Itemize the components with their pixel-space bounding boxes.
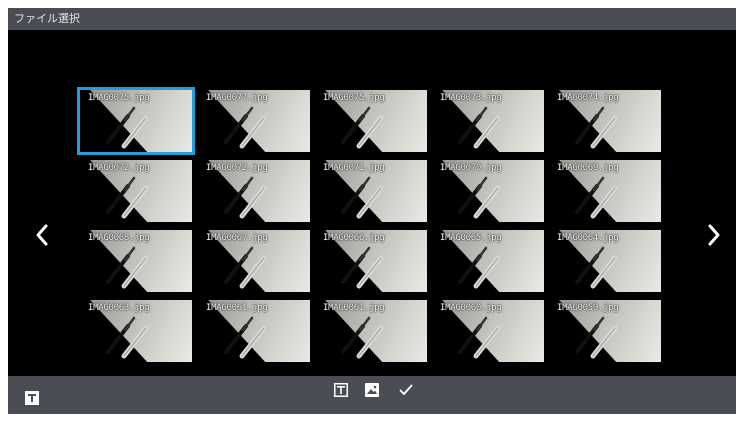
next-page-button[interactable]	[702, 220, 726, 250]
text-mode-icon	[25, 391, 39, 405]
file-name: IMAG0064.jpg	[557, 233, 619, 243]
tools-photo-icon	[341, 106, 384, 149]
file-name: IMAG0070.jpg	[440, 163, 502, 173]
file-name: IMAG0077.jpg	[206, 93, 268, 103]
title-bar: ファイル選択	[8, 8, 736, 30]
file-thumbnail[interactable]: IMAG0072.jpg	[198, 160, 310, 222]
file-name: IMAG0067.jpg	[206, 233, 268, 243]
bottom-toolbar	[8, 376, 736, 414]
file-thumbnail[interactable]: IMAG0063.jpg	[80, 300, 192, 362]
file-name: IMAG0075.jpg	[323, 93, 385, 103]
file-thumbnail[interactable]: IMAG0070.jpg	[432, 160, 544, 222]
tools-photo-icon	[341, 316, 384, 359]
confirm-button[interactable]	[399, 383, 413, 397]
file-thumbnail[interactable]: IMAG0064.jpg	[549, 230, 661, 292]
tools-photo-icon	[575, 106, 618, 149]
file-thumbnail[interactable]: IMAG0075.jpg	[77, 87, 195, 155]
file-thumbnail[interactable]: IMAG0059.jpg	[549, 300, 661, 362]
text-overlay-button[interactable]	[334, 383, 348, 397]
chevron-left-icon	[36, 224, 48, 246]
file-thumbnail[interactable]: IMAG0071.jpg	[315, 160, 427, 222]
tools-photo-icon	[458, 246, 501, 289]
file-name: IMAG0068.jpg	[88, 233, 150, 243]
tools-photo-icon	[458, 316, 501, 359]
tools-photo-icon	[106, 246, 149, 289]
file-name: IMAG0060.jpg	[440, 303, 502, 313]
file-thumbnail[interactable]: IMAG0061.jpg	[315, 300, 427, 362]
file-thumbnail[interactable]: IMAG0066.jpg	[315, 230, 427, 292]
checkmark-icon	[399, 384, 413, 395]
tools-photo-icon	[106, 106, 149, 149]
image-icon	[365, 383, 379, 397]
file-thumbnail[interactable]: IMAG0074.jpg	[549, 90, 661, 152]
file-thumbnail[interactable]: IMAG0072.jpg	[80, 160, 192, 222]
file-thumbnail[interactable]: IMAG0077.jpg	[198, 90, 310, 152]
file-name: IMAG0072.jpg	[206, 163, 268, 173]
tools-photo-icon	[106, 176, 149, 219]
tools-photo-icon	[575, 316, 618, 359]
file-thumbnail[interactable]: IMAG0075.jpg	[315, 90, 427, 152]
tools-photo-icon	[575, 246, 618, 289]
file-name: IMAG0061.jpg	[206, 303, 268, 313]
file-thumbnail[interactable]: IMAG0073.jpg	[432, 90, 544, 152]
tools-photo-icon	[458, 176, 501, 219]
file-thumbnail[interactable]: IMAG0067.jpg	[198, 230, 310, 292]
tools-photo-icon	[224, 316, 267, 359]
file-name: IMAG0061.jpg	[323, 303, 385, 313]
file-name: IMAG0065.jpg	[440, 233, 502, 243]
tools-photo-icon	[341, 246, 384, 289]
file-name: IMAG0066.jpg	[323, 233, 385, 243]
file-thumbnail[interactable]: IMAG0060.jpg	[432, 300, 544, 362]
prev-page-button[interactable]	[30, 220, 54, 250]
file-name: IMAG0074.jpg	[557, 93, 619, 103]
file-name: IMAG0075.jpg	[88, 93, 150, 103]
text-overlay-icon	[334, 383, 348, 397]
tools-photo-icon	[224, 176, 267, 219]
file-thumbnail[interactable]: IMAG0068.jpg	[80, 230, 192, 292]
file-select-screen: ファイル選択 IMAG0075.jpg IMAG0077.jpg IMAG0075.…	[8, 8, 736, 414]
tools-photo-icon	[575, 176, 618, 219]
chevron-right-icon	[708, 224, 720, 246]
file-browser: IMAG0075.jpg IMAG0077.jpg IMAG0075.jpg IMAG…	[8, 30, 736, 376]
thumbnail-grid: IMAG0075.jpg IMAG0077.jpg IMAG0075.jpg IMAG…	[77, 87, 661, 362]
tools-photo-icon	[341, 176, 384, 219]
file-name: IMAG0063.jpg	[88, 303, 150, 313]
file-name: IMAG0072.jpg	[88, 163, 150, 173]
text-mode-button[interactable]	[25, 391, 39, 405]
file-name: IMAG0059.jpg	[557, 303, 619, 313]
file-name: IMAG0071.jpg	[323, 163, 385, 173]
file-name: IMAG0069.jpg	[557, 163, 619, 173]
image-button[interactable]	[365, 383, 379, 397]
tools-photo-icon	[224, 246, 267, 289]
tools-photo-icon	[106, 316, 149, 359]
file-name: IMAG0073.jpg	[440, 93, 502, 103]
file-thumbnail[interactable]: IMAG0065.jpg	[432, 230, 544, 292]
file-thumbnail[interactable]: IMAG0061.jpg	[198, 300, 310, 362]
tools-photo-icon	[224, 106, 267, 149]
file-thumbnail[interactable]: IMAG0069.jpg	[549, 160, 661, 222]
window-title: ファイル選択	[14, 12, 80, 25]
tools-photo-icon	[458, 106, 501, 149]
